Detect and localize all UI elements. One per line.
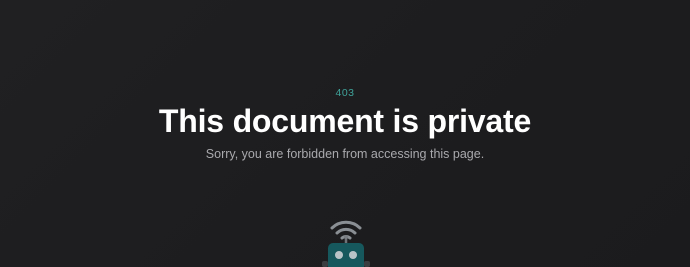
error-code: 403 [335,87,355,99]
robot-head [328,243,364,267]
robot-eye-right [349,251,357,259]
robot-arm-right [364,261,370,267]
robot-icon [318,213,374,267]
page-title: This document is private [158,103,532,139]
robot-eye-left [335,251,343,259]
antenna-tip [344,235,348,239]
robot-arm-left [322,261,328,267]
error-message: Sorry, you are forbidden from accessing … [205,147,485,161]
